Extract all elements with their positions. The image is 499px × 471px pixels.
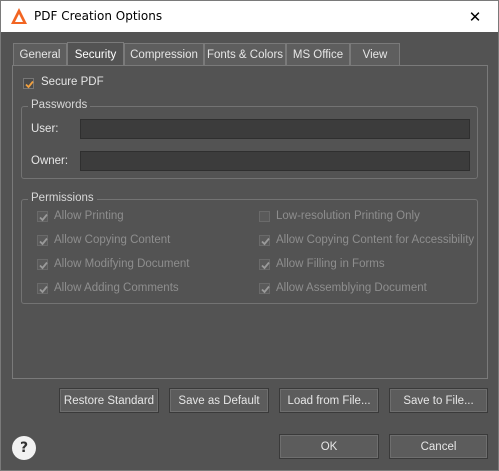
tab-ms-office[interactable]: MS Office: [286, 43, 350, 65]
restore-standard-button[interactable]: Restore Standard: [59, 388, 159, 413]
checkmark-icon: [39, 213, 48, 222]
help-icon: ?: [19, 440, 29, 456]
allow-comments-label: Allow Adding Comments: [54, 282, 179, 294]
allow-assembling-label: Allow Assemblying Document: [276, 282, 427, 294]
load-from-file-button[interactable]: Load from File...: [279, 388, 379, 413]
secure-pdf-checkbox[interactable]: [23, 78, 34, 89]
permissions-group: Permissions Allow Printing Allow Copying…: [21, 192, 478, 304]
low-res-printing-label: Low-resolution Printing Only: [276, 210, 420, 222]
tab-label: View: [362, 48, 388, 61]
close-icon: ✕: [468, 7, 482, 26]
allow-printing-label: Allow Printing: [54, 210, 124, 222]
close-button[interactable]: ✕: [452, 1, 498, 32]
passwords-group-title: Passwords: [28, 99, 91, 111]
allow-copying-checkbox[interactable]: [37, 235, 48, 246]
cancel-button[interactable]: Cancel: [389, 434, 488, 459]
allow-printing-checkbox[interactable]: [37, 211, 48, 222]
checkmark-icon: [261, 285, 270, 294]
checkmark-icon: [25, 80, 34, 89]
tab-view[interactable]: View: [350, 43, 400, 65]
allow-modifying-label: Allow Modifying Document: [54, 258, 190, 270]
checkmark-icon: [39, 237, 48, 246]
tab-fonts-colors[interactable]: Fonts & Colors: [204, 43, 286, 65]
tab-label: Fonts & Colors: [206, 48, 284, 61]
tab-label: MS Office: [292, 48, 344, 61]
allow-filling-forms-checkbox[interactable]: [259, 259, 270, 270]
tab-label: Security: [74, 48, 117, 61]
tab-compression[interactable]: Compression: [124, 43, 204, 65]
allow-copying-accessibility-label: Allow Copying Content for Accessibility: [276, 234, 475, 246]
user-label: User:: [31, 123, 59, 135]
title-bar: PDF Creation Options ✕: [1, 1, 498, 32]
allow-comments-checkbox[interactable]: [37, 283, 48, 294]
tab-general[interactable]: General: [13, 43, 67, 65]
tab-security[interactable]: Security: [67, 42, 124, 66]
low-res-printing-checkbox[interactable]: [259, 211, 270, 222]
tab-label: Compression: [130, 48, 198, 61]
allow-filling-forms-label: Allow Filling in Forms: [276, 258, 385, 270]
help-button[interactable]: ?: [12, 436, 36, 460]
allow-copying-label: Allow Copying Content: [54, 234, 171, 246]
security-panel: Secure PDF Passwords User: Owner: Permis…: [12, 65, 488, 379]
checkmark-icon: [261, 261, 270, 270]
checkmark-icon: [39, 285, 48, 294]
user-password-field[interactable]: [80, 119, 470, 139]
owner-label: Owner:: [31, 155, 69, 167]
adobe-acrobat-icon: [10, 7, 28, 25]
passwords-group: Passwords User: Owner:: [21, 99, 478, 179]
allow-copying-accessibility-checkbox[interactable]: [259, 235, 270, 246]
checkmark-icon: [39, 261, 48, 270]
allow-assembling-checkbox[interactable]: [259, 283, 270, 294]
save-to-file-button[interactable]: Save to File...: [389, 388, 488, 413]
checkmark-icon: [261, 237, 270, 246]
permissions-group-title: Permissions: [28, 192, 97, 204]
owner-password-field[interactable]: [80, 151, 470, 171]
tab-label: General: [19, 48, 61, 61]
ok-button[interactable]: OK: [279, 434, 379, 459]
save-as-default-button[interactable]: Save as Default: [169, 388, 269, 413]
allow-modifying-checkbox[interactable]: [37, 259, 48, 270]
window-title: PDF Creation Options: [34, 9, 163, 23]
secure-pdf-label: Secure PDF: [41, 76, 104, 88]
pdf-creation-options-dialog: PDF Creation Options ✕ General Security …: [0, 0, 499, 471]
